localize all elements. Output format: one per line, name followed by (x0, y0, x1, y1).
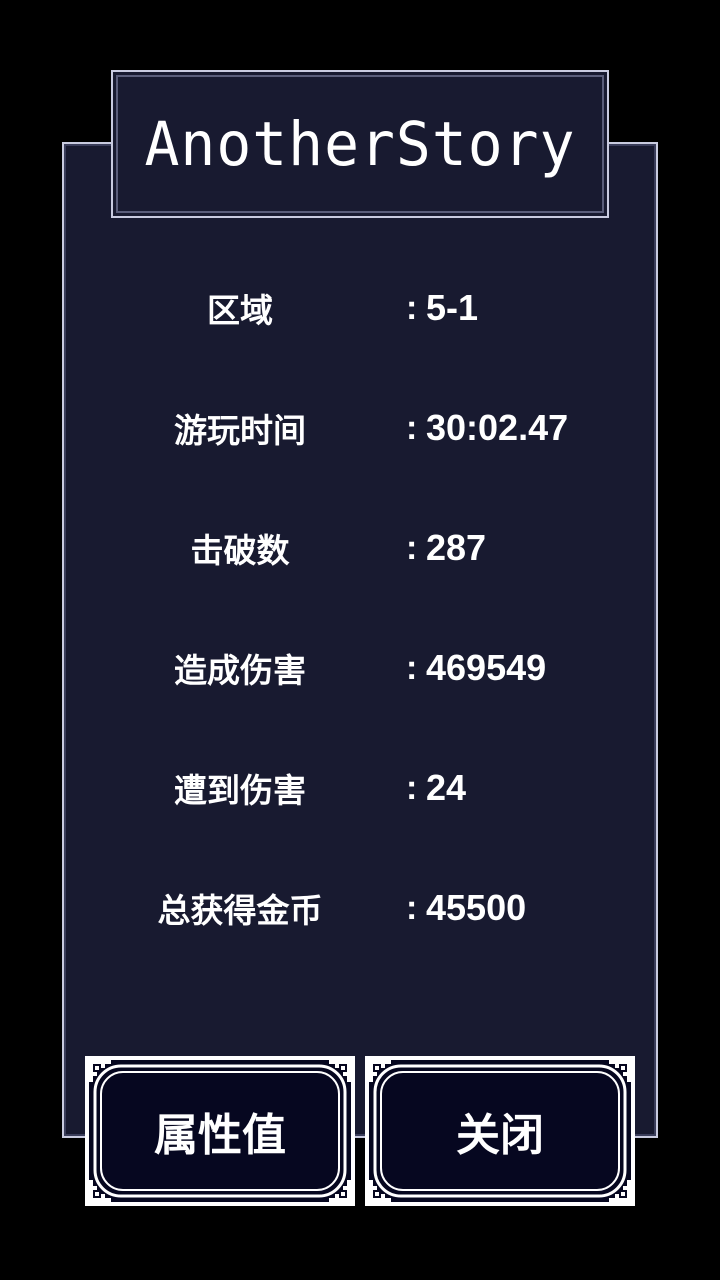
stat-value: 30:02.47 (426, 407, 569, 448)
stat-row-kills: 击破数 : 287 (62, 518, 658, 578)
stat-value: 5-1 (426, 287, 479, 328)
stat-label: 击破数 (190, 531, 290, 570)
game-title: AnotherStory (144, 108, 576, 180)
stat-row-damage-taken: 遭到伤害 : 24 (62, 758, 658, 818)
stat-value: 287 (426, 527, 487, 568)
attributes-button-label: 属性值 (154, 1110, 286, 1161)
stat-colon: : (406, 648, 418, 687)
stat-row-damage-dealt: 造成伤害 : 469549 (62, 638, 658, 698)
attributes-button[interactable]: 属性值 (85, 1056, 355, 1206)
stat-label: 区域 (207, 291, 273, 330)
stat-colon: : (406, 288, 418, 327)
stat-row-area: 区域 : 5-1 (62, 278, 658, 338)
stat-colon: : (406, 888, 418, 927)
stat-colon: : (406, 528, 418, 567)
close-button[interactable]: 关闭 (365, 1056, 635, 1206)
stat-value: 24 (426, 767, 467, 808)
stat-label: 造成伤害 (174, 651, 306, 690)
stat-label: 总获得金币 (157, 891, 323, 930)
close-button-label: 关闭 (456, 1110, 544, 1161)
title-plate: AnotherStory (111, 70, 609, 218)
stat-row-gold: 总获得金币 : 45500 (62, 878, 658, 938)
stat-label: 游玩时间 (174, 411, 306, 450)
stat-value: 469549 (426, 647, 547, 688)
result-screen: AnotherStory 区域 : 5-1 游玩时间 : 30:02.47 击破… (0, 0, 720, 1280)
stat-row-playtime: 游玩时间 : 30:02.47 (62, 398, 658, 458)
stat-label: 遭到伤害 (174, 771, 306, 810)
stat-colon: : (406, 768, 418, 807)
stat-colon: : (406, 408, 418, 447)
stat-value: 45500 (426, 887, 527, 928)
